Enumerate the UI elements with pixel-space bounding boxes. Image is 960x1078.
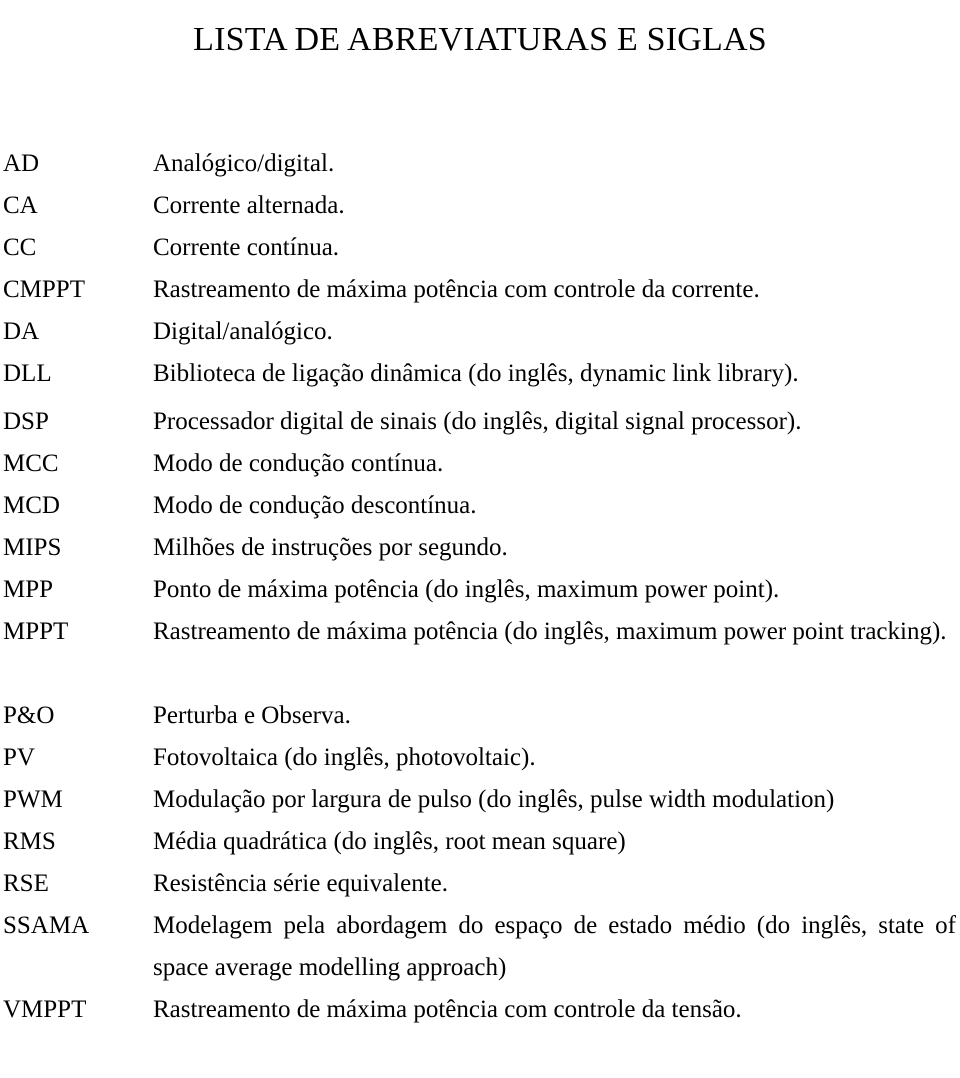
document-page: LISTA DE ABREVIATURAS E SIGLAS AD Analógi… — [0, 0, 960, 1078]
abbreviation-term: MPP — [3, 576, 54, 603]
abbreviation-definition: Digital/analógico. — [153, 318, 333, 345]
abbreviation-entry: CMPPT Rastreamento de máxima potência com… — [0, 269, 960, 311]
abbreviation-definition: Perturba e Observa. — [153, 702, 351, 729]
abbreviation-term: P&O — [3, 702, 55, 729]
abbreviation-entry: MCC Modo de condução contínua. — [0, 443, 960, 485]
abbreviation-definition: Rastreamento de máxima potência com cont… — [153, 996, 742, 1023]
abbreviation-entry: AD Analógico/digital. — [0, 143, 960, 185]
abbreviation-entry: MPP Ponto de máxima potência (do inglês, … — [0, 569, 960, 611]
abbreviation-definition: Biblioteca de ligação dinâmica (do inglê… — [153, 360, 799, 387]
abbreviation-term: MCD — [3, 492, 60, 519]
abbreviation-definition: Processador digital de sinais (do inglês… — [153, 408, 802, 435]
abbreviation-entry: DLL Biblioteca de ligação dinâmica (do in… — [0, 353, 960, 395]
abbreviation-entry: CA Corrente alternada. — [0, 185, 960, 227]
abbreviation-entry: MCD Modo de condução descontínua. — [0, 485, 960, 527]
abbreviation-term: DLL — [3, 360, 52, 387]
abbreviation-term: MCC — [3, 450, 59, 477]
abbreviation-entry: RSE Resistência série equivalente. — [0, 863, 960, 905]
abbreviation-definition: Modulação por largura de pulso (do inglê… — [153, 786, 835, 813]
abbreviation-term: PV — [3, 744, 35, 771]
abbreviation-list: AD Analógico/digital. CA Corrente alternada… — [0, 143, 960, 1031]
abbreviation-term: CA — [3, 192, 38, 219]
abbreviation-entry: DSP Processador digital de sinais (do ing… — [0, 401, 960, 443]
abbreviation-term: MIPS — [3, 534, 62, 561]
abbreviation-definition: Milhões de instruções por segundo. — [153, 534, 508, 561]
abbreviation-definition: Modo de condução contínua. — [153, 450, 444, 477]
abbreviation-definition: Resistência série equivalente. — [153, 870, 449, 897]
abbreviation-entry: CC Corrente contínua. — [0, 227, 960, 269]
abbreviation-entry: PV Fotovoltaica (do inglês, photovoltaic)… — [0, 737, 960, 779]
abbreviation-entry: PWM Modulação por largura de pulso (do in… — [0, 779, 960, 821]
abbreviation-term: PWM — [3, 786, 63, 813]
abbreviation-definition: Analógico/digital. — [153, 150, 335, 177]
abbreviation-term: RMS — [3, 828, 56, 855]
abbreviation-entry: P&O Perturba e Observa. — [0, 695, 960, 737]
abbreviation-definition: Modelagem pela abordagem do espaço de es… — [153, 912, 956, 981]
abbreviation-entry: SSAMA Modelagem pela abordagem do espaço … — [0, 905, 960, 989]
abbreviation-definition: Fotovoltaica (do inglês, photovoltaic). — [153, 744, 536, 771]
abbreviation-definition: Corrente alternada. — [153, 192, 345, 219]
abbreviation-term: SSAMA — [3, 912, 90, 939]
abbreviation-definition: Média quadrática (do inglês, root mean s… — [153, 828, 626, 855]
abbreviation-term: CC — [3, 234, 37, 261]
abbreviation-term: CMPPT — [3, 276, 85, 303]
abbreviation-definition: Rastreamento de máxima potência (do ingl… — [153, 618, 947, 645]
abbreviation-entry: MIPS Milhões de instruções por segundo. — [0, 527, 960, 569]
abbreviation-term: VMPPT — [3, 996, 87, 1023]
abbreviation-term: AD — [3, 150, 40, 177]
abbreviation-definition: Corrente contínua. — [153, 234, 340, 261]
abbreviation-definition: Rastreamento de máxima potência com cont… — [153, 276, 760, 303]
abbreviation-term: DA — [3, 318, 40, 345]
abbreviation-term: MPPT — [3, 618, 69, 645]
page-title: LISTA DE ABREVIATURAS E SIGLAS — [193, 20, 767, 58]
abbreviation-entry: RMS Média quadrática (do inglês, root mea… — [0, 821, 960, 863]
abbreviation-term: RSE — [3, 870, 49, 897]
abbreviation-definition: Modo de condução descontínua. — [153, 492, 477, 519]
abbreviation-term: DSP — [3, 408, 49, 435]
abbreviation-entry: MPPT Rastreamento de máxima potência (do … — [0, 611, 960, 653]
abbreviation-definition: Ponto de máxima potência (do inglês, max… — [153, 576, 780, 603]
abbreviation-entry: DA Digital/analógico. — [0, 311, 960, 353]
abbreviation-entry: VMPPT Rastreamento de máxima potência com… — [0, 989, 960, 1031]
